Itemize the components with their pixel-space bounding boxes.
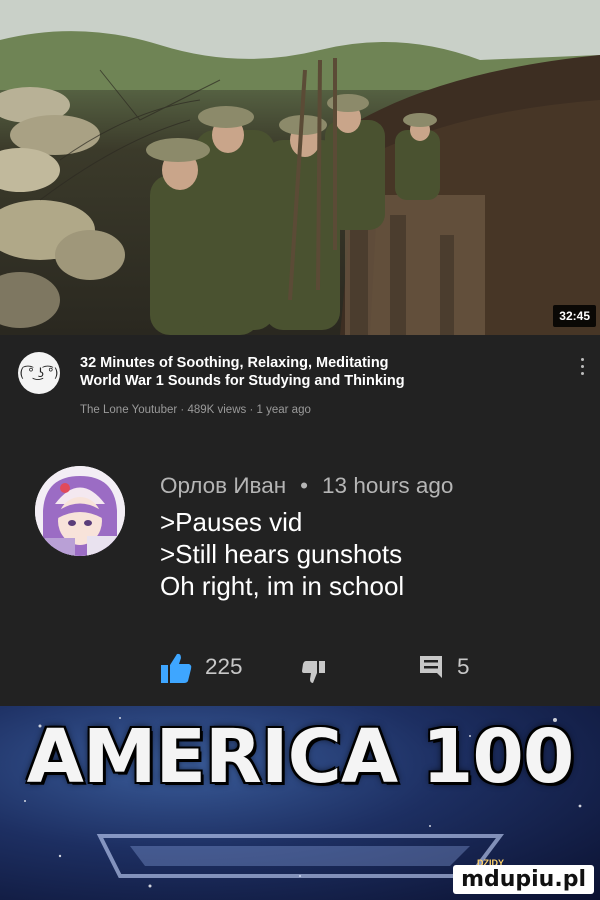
view-count: 489K views (187, 404, 247, 416)
commenter-avatar[interactable] (35, 466, 125, 556)
anime-girl-avatar-image (35, 466, 125, 556)
comment-line: >Pauses vid (160, 507, 303, 537)
video-meta: The Lone Youtuber · 489K views · 1 year … (80, 404, 540, 416)
channel-name[interactable]: The Lone Youtuber (80, 404, 177, 416)
header-bullet: • (300, 473, 309, 498)
watermark: mdupiu.pl (453, 865, 594, 894)
comment-icon[interactable] (418, 654, 444, 680)
comment-header: Орлов Иван • 13 hours ago (160, 473, 453, 499)
meme-caption: AMERICA 100 (26, 714, 575, 800)
video-duration-badge: 32:45 (553, 305, 596, 327)
trench-photo (0, 0, 600, 335)
comment-actions: 225 5 (160, 652, 490, 686)
meta-separator: · (180, 404, 185, 416)
thumbs-up-icon[interactable] (160, 652, 192, 684)
video-title[interactable]: 32 Minutes of Soothing, Relaxing, Medita… (80, 354, 540, 390)
thumbs-down-icon[interactable] (302, 660, 326, 684)
video-title-line-2: World War 1 Sounds for Studying and Thin… (80, 373, 405, 389)
lenny-face-glyph: ( ͡° ͜ʖ ͡°) (19, 366, 59, 380)
comment-line: >Still hears gunshots (160, 539, 403, 569)
comment-author[interactable]: Орлов Иван (160, 473, 286, 498)
video-thumbnail[interactable]: 32:45 (0, 0, 600, 335)
meme-panel: AMERICA 100 DZIDY mdupiu.pl (0, 706, 600, 900)
video-info: ( ͡° ͜ʖ ͡°) 32 Minutes of Soothing, Rela… (0, 335, 600, 430)
reply-count: 5 (457, 654, 470, 679)
upload-age: 1 year ago (256, 404, 311, 416)
like-count: 225 (205, 654, 243, 679)
more-vertical-icon[interactable] (578, 358, 586, 380)
comment-time: 13 hours ago (322, 473, 454, 498)
comment-line: Oh right, im in school (160, 571, 405, 601)
comment-body: >Pauses vid >Still hears gunshots Oh rig… (160, 506, 404, 602)
meta-separator: · (249, 404, 254, 416)
video-title-line-1: 32 Minutes of Soothing, Relaxing, Medita… (80, 355, 389, 371)
comment: Орлов Иван • 13 hours ago >Pauses vid >Sti… (0, 430, 600, 706)
channel-avatar[interactable]: ( ͡° ͜ʖ ͡°) (18, 352, 60, 394)
